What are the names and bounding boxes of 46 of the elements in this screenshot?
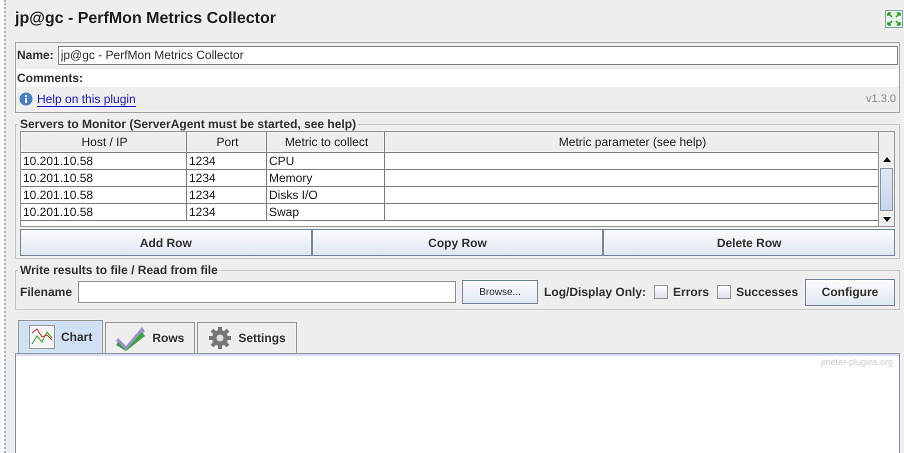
column-header[interactable]: Host / IP bbox=[21, 132, 187, 152]
tab[interactable]: Settings bbox=[197, 322, 297, 353]
checkbox[interactable] bbox=[654, 285, 668, 299]
table-cell: 1234 bbox=[187, 187, 267, 203]
table-cell: CPU bbox=[267, 153, 385, 169]
table-action-button[interactable]: Add Row bbox=[20, 229, 312, 256]
table-cell: 1234 bbox=[187, 153, 267, 169]
table-cell: 1234 bbox=[187, 204, 267, 220]
scroll-down-icon[interactable] bbox=[882, 217, 890, 222]
file-legend: Write results to file / Read from file bbox=[18, 263, 220, 277]
column-header[interactable]: Metric parameter (see help) bbox=[385, 132, 878, 152]
maximize-icon[interactable] bbox=[885, 10, 903, 28]
column-header[interactable]: Port bbox=[187, 132, 267, 152]
window-title: jp@gc - PerfMon Metrics Collector bbox=[15, 10, 276, 28]
filename-field[interactable] bbox=[78, 281, 456, 303]
gear-icon bbox=[208, 326, 232, 350]
table-cell: 10.201.10.58 bbox=[21, 204, 187, 220]
checkbox-label: Successes bbox=[736, 285, 798, 299]
help-link[interactable]: Help on this plugin bbox=[37, 92, 136, 106]
version-label: v1.3.0 bbox=[866, 93, 896, 105]
table-cell: Memory bbox=[267, 170, 385, 186]
table-cell: Swap bbox=[267, 204, 385, 220]
line-chart-icon bbox=[29, 325, 55, 349]
scrollbar[interactable] bbox=[878, 132, 894, 226]
column-header[interactable]: Metric to collect bbox=[267, 132, 385, 152]
tab[interactable]: Chart bbox=[18, 320, 104, 353]
info-icon bbox=[19, 92, 33, 106]
browse-button[interactable]: Browse... bbox=[462, 280, 538, 304]
table-cell: 10.201.10.58 bbox=[21, 170, 187, 186]
name-field[interactable]: jp@gc - PerfMon Metrics Collector bbox=[58, 46, 898, 64]
tab[interactable]: Rows bbox=[105, 322, 196, 353]
name-label: Name: bbox=[17, 48, 54, 62]
table-cell: 10.201.10.58 bbox=[21, 153, 187, 169]
log-display-label: Log/Display Only: bbox=[544, 285, 646, 299]
filename-label: Filename bbox=[20, 285, 72, 299]
checkbox-label: Errors bbox=[673, 285, 710, 299]
table-cell: 1234 bbox=[187, 170, 267, 186]
table-action-button[interactable]: Copy Row bbox=[312, 229, 604, 256]
table-action-button[interactable]: Delete Row bbox=[603, 229, 896, 256]
configure-button[interactable]: Configure bbox=[805, 278, 895, 306]
table-cell: 10.201.10.58 bbox=[21, 187, 187, 203]
table-cell: Disks I/O bbox=[267, 187, 385, 203]
servers-legend: Servers to Monitor (ServerAgent must be started, see help) bbox=[18, 117, 358, 131]
comments-label: Comments: bbox=[17, 71, 84, 85]
scroll-up-icon[interactable] bbox=[882, 157, 890, 162]
checkbox[interactable] bbox=[717, 285, 732, 299]
